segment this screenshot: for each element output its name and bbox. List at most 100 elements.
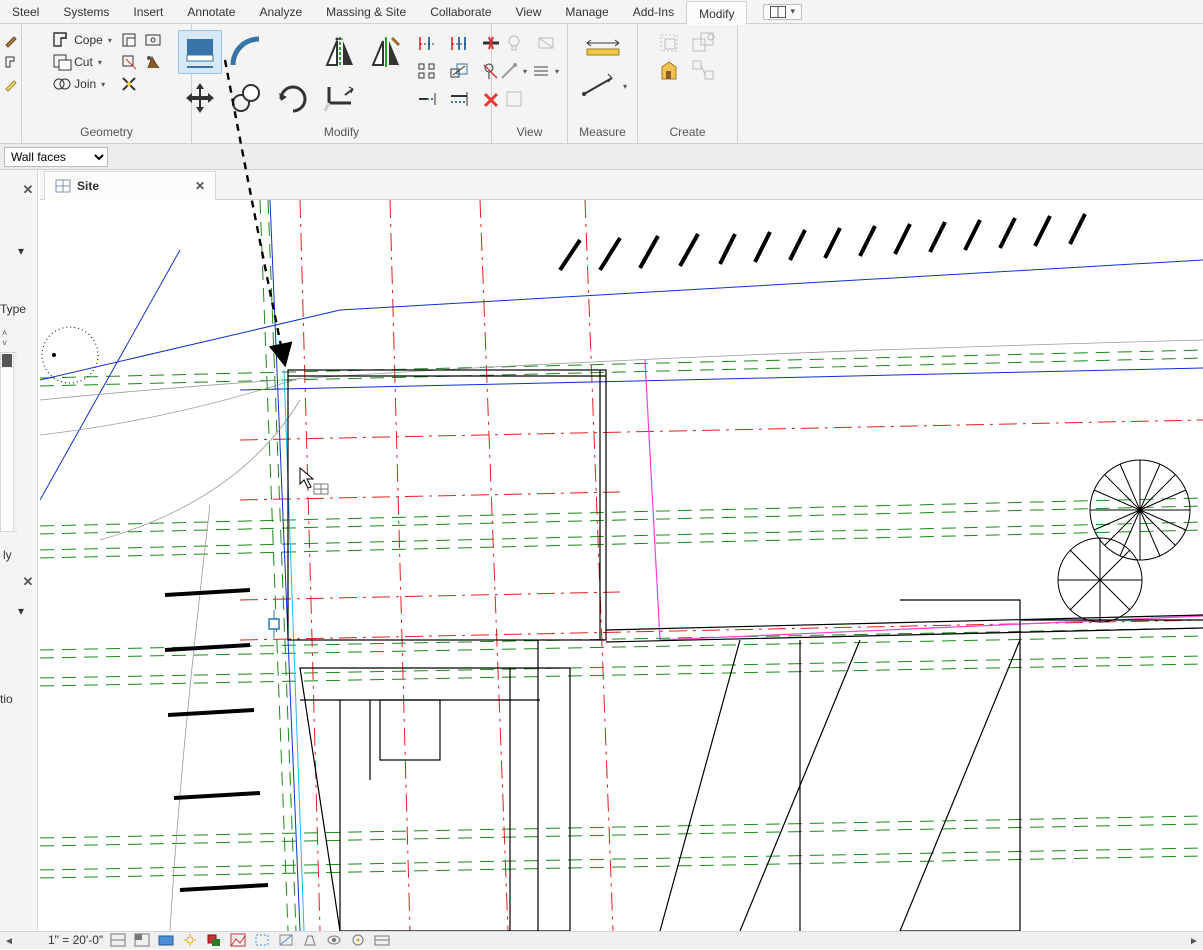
chevron-down-icon: ▾ bbox=[108, 36, 112, 45]
create-parts-button[interactable] bbox=[689, 58, 719, 84]
shadows-icon[interactable] bbox=[205, 932, 223, 948]
panel-geometry: Cope ▾ Cut ▾ Join ▾ bbox=[22, 24, 192, 143]
measure-button[interactable]: ▾ bbox=[579, 68, 627, 104]
scale-label[interactable]: 1" = 20'-0" bbox=[48, 933, 103, 947]
scroll-left-icon[interactable]: ◄ bbox=[0, 932, 18, 950]
show-crop-icon[interactable] bbox=[277, 932, 295, 948]
trim-corner-button[interactable] bbox=[318, 76, 362, 120]
linework-icon[interactable]: ▾ bbox=[499, 58, 529, 84]
scrollbar[interactable] bbox=[13, 353, 17, 531]
create-similar-button[interactable] bbox=[657, 58, 687, 84]
cope-label: Cope bbox=[74, 33, 103, 47]
floorplan-icon bbox=[55, 179, 71, 193]
measure-icon bbox=[578, 72, 618, 100]
visual-style-icon[interactable] bbox=[157, 932, 175, 948]
view-tab-title: Site bbox=[77, 179, 99, 193]
notch-icon[interactable] bbox=[1, 52, 21, 72]
panel-title-modify: Modify bbox=[198, 123, 485, 141]
chevron-down-icon: ▾ bbox=[101, 80, 105, 89]
cut-label: Cut bbox=[74, 55, 93, 69]
trim-single-button[interactable] bbox=[412, 30, 442, 56]
split-face-icon[interactable] bbox=[143, 30, 163, 50]
trim-multiple-button[interactable] bbox=[444, 30, 474, 56]
sun-path-icon[interactable] bbox=[181, 932, 199, 948]
edit-type-label[interactable]: Type bbox=[0, 302, 26, 316]
mirror-axis-button[interactable] bbox=[318, 30, 362, 74]
aligned-dimension-button[interactable] bbox=[579, 30, 627, 66]
ratio-label-fragment: tio bbox=[0, 692, 13, 706]
worksharing-display-icon[interactable] bbox=[373, 932, 391, 948]
hide-category-icon[interactable] bbox=[531, 30, 561, 56]
tab-modify[interactable]: Modify bbox=[686, 1, 747, 25]
copy-icon bbox=[229, 81, 263, 115]
wall-opening-icon[interactable] bbox=[119, 30, 139, 50]
close-icon[interactable]: ✕ bbox=[21, 576, 35, 590]
drag-handle-icon bbox=[269, 610, 279, 638]
highlighter-icon[interactable] bbox=[1, 74, 21, 94]
help-dropdown[interactable]: ▾ bbox=[763, 4, 802, 20]
list-item[interactable] bbox=[2, 354, 12, 368]
temporary-hide-icon[interactable] bbox=[325, 932, 343, 948]
extend-single-button[interactable] bbox=[412, 86, 442, 112]
uncut-icon[interactable] bbox=[119, 52, 139, 72]
options-bar: Wall faces bbox=[0, 144, 1203, 170]
scale-list-icon[interactable] bbox=[109, 932, 127, 948]
chevron-down-icon[interactable]: ˅ bbox=[2, 338, 12, 348]
panel-layout-icon bbox=[770, 6, 786, 18]
chevron-down-icon[interactable]: ▾ bbox=[18, 244, 24, 258]
rotate-icon bbox=[275, 81, 309, 115]
panel-create: Create bbox=[638, 24, 738, 143]
view-tab-bar: ✕ Site ✕ bbox=[40, 170, 1203, 200]
chevron-down-icon[interactable]: ▾ bbox=[18, 604, 24, 618]
rotate-button[interactable] bbox=[270, 76, 314, 120]
override-icon[interactable]: ▾ bbox=[531, 58, 561, 84]
view-tab-site[interactable]: Site ✕ bbox=[44, 171, 216, 201]
beam-join-icon[interactable] bbox=[119, 74, 139, 94]
tab-collaborate[interactable]: Collaborate bbox=[418, 0, 503, 24]
paint-icon[interactable] bbox=[1, 30, 21, 50]
lock-3d-icon[interactable] bbox=[301, 932, 319, 948]
tab-view[interactable]: View bbox=[504, 0, 554, 24]
rendering-icon[interactable] bbox=[229, 932, 247, 948]
apply-label-fragment: ly bbox=[3, 548, 12, 562]
tab-insert[interactable]: Insert bbox=[121, 0, 175, 24]
align-button[interactable] bbox=[178, 30, 222, 74]
cut-button[interactable]: Cut ▾ bbox=[50, 52, 115, 72]
close-icon[interactable]: ✕ bbox=[195, 179, 205, 193]
close-icon[interactable]: ✕ bbox=[21, 184, 35, 198]
hidden-lines-icon[interactable] bbox=[499, 86, 529, 112]
array-button[interactable] bbox=[412, 58, 442, 84]
panel-measure: ▾ Measure bbox=[568, 24, 638, 143]
crop-view-icon[interactable] bbox=[253, 932, 271, 948]
scroll-right-icon[interactable]: ► bbox=[1185, 932, 1203, 950]
scale-button[interactable] bbox=[444, 58, 474, 84]
create-group-button[interactable] bbox=[657, 30, 687, 56]
tab-annotate[interactable]: Annotate bbox=[175, 0, 247, 24]
move-button[interactable] bbox=[178, 76, 222, 120]
tab-massing-site[interactable]: Massing & Site bbox=[314, 0, 418, 24]
drawing-canvas[interactable] bbox=[40, 200, 1203, 931]
tab-systems[interactable]: Systems bbox=[51, 0, 121, 24]
offset-button[interactable] bbox=[224, 30, 268, 74]
cope-button[interactable]: Cope ▾ bbox=[50, 30, 115, 50]
chevron-up-icon[interactable]: ˄ bbox=[2, 328, 12, 338]
demolish-icon[interactable] bbox=[143, 52, 163, 72]
align-icon bbox=[183, 35, 217, 69]
tab-manage[interactable]: Manage bbox=[553, 0, 620, 24]
create-assembly-button[interactable] bbox=[689, 30, 719, 56]
reveal-hidden-icon[interactable] bbox=[349, 932, 367, 948]
join-button[interactable]: Join ▾ bbox=[50, 74, 115, 94]
tab-addins[interactable]: Add-Ins bbox=[621, 0, 686, 24]
value-list-strip bbox=[0, 352, 17, 532]
move-icon bbox=[183, 81, 217, 115]
extend-multiple-button[interactable] bbox=[444, 86, 474, 112]
mirror-draw-button[interactable] bbox=[364, 30, 408, 74]
copy-button[interactable] bbox=[224, 76, 268, 120]
tab-steel[interactable]: Steel bbox=[0, 0, 51, 24]
mirror-draw-icon bbox=[369, 35, 403, 69]
view-control-bar: 1" = 20'-0" bbox=[48, 931, 391, 949]
lightbulb-icon[interactable] bbox=[499, 30, 529, 56]
tab-analyze[interactable]: Analyze bbox=[247, 0, 314, 24]
wall-faces-combo[interactable]: Wall faces bbox=[4, 147, 108, 167]
detail-level-icon[interactable] bbox=[133, 932, 151, 948]
